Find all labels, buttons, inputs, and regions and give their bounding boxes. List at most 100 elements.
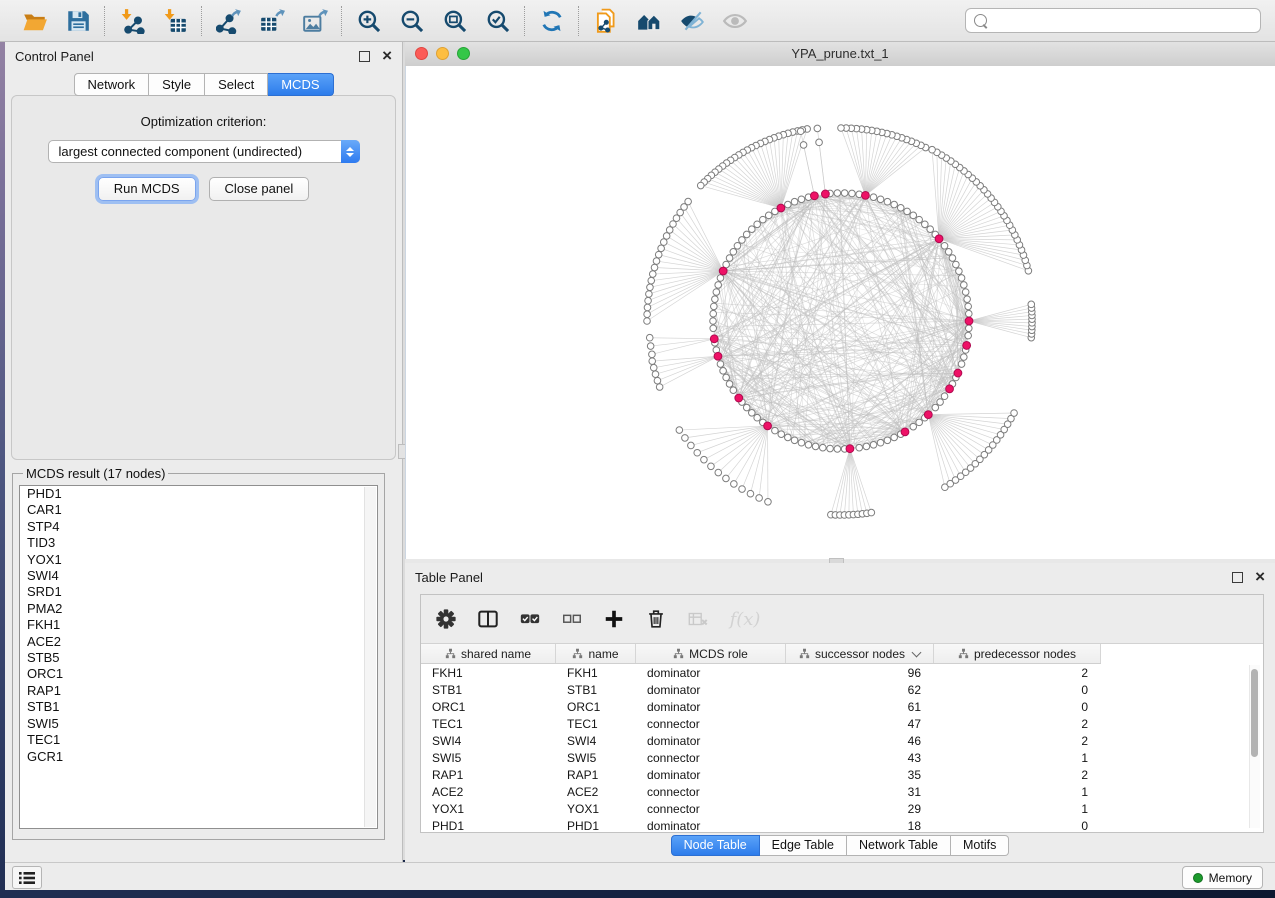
import-table-button[interactable] xyxy=(161,7,188,34)
close-panel-icon[interactable]: × xyxy=(382,51,392,61)
table-cell: YOX1 xyxy=(421,802,556,816)
search-icon xyxy=(974,14,987,27)
add-row-button[interactable] xyxy=(602,607,626,631)
table-row[interactable]: PHD1PHD1dominator180 xyxy=(421,817,1263,834)
mcds-result-item[interactable]: RAP1 xyxy=(20,683,377,699)
mcds-result-item[interactable]: ACE2 xyxy=(20,634,377,650)
table-row[interactable]: STB1STB1dominator620 xyxy=(421,681,1263,698)
table-row[interactable]: ACE2ACE2connector311 xyxy=(421,783,1263,800)
mcds-result-item[interactable]: GCR1 xyxy=(20,749,377,765)
table-row[interactable]: TEC1TEC1connector472 xyxy=(421,715,1263,732)
close-table-panel-icon[interactable]: × xyxy=(1255,572,1265,582)
zoom-selected-button[interactable] xyxy=(484,7,511,34)
apply-function-button[interactable]: f(x) xyxy=(728,607,762,631)
delete-row-button[interactable] xyxy=(644,607,668,631)
tab-select[interactable]: Select xyxy=(205,73,268,96)
column-header-MCDS-role[interactable]: MCDS role xyxy=(636,644,786,663)
tab-network[interactable]: Network xyxy=(73,73,149,96)
table-cell: dominator xyxy=(636,819,786,833)
network-graph[interactable] xyxy=(406,66,1275,559)
save-session-button[interactable] xyxy=(64,7,91,34)
column-header-name[interactable]: name xyxy=(556,644,636,663)
toolbar-group xyxy=(202,7,341,34)
table-cell: 2 xyxy=(934,768,1101,782)
mcds-result-item[interactable]: STP4 xyxy=(20,519,377,535)
select-all-button[interactable] xyxy=(518,607,542,631)
table-row[interactable]: SWI5SWI5connector431 xyxy=(421,749,1263,766)
table-cell: 1 xyxy=(934,785,1101,799)
mcds-result-item[interactable]: SWI4 xyxy=(20,568,377,584)
float-panel-icon[interactable] xyxy=(359,51,370,62)
mcds-result-item[interactable]: SRD1 xyxy=(20,584,377,600)
column-header-label: successor nodes xyxy=(815,647,905,661)
delete-row-icon xyxy=(645,608,667,630)
mcds-list-scrollbar[interactable] xyxy=(364,487,376,827)
show-all-button[interactable] xyxy=(721,7,748,34)
column-header-predecessor-nodes[interactable]: predecessor nodes xyxy=(934,644,1101,663)
mcds-result-item[interactable]: TEC1 xyxy=(20,732,377,748)
run-mcds-button[interactable]: Run MCDS xyxy=(98,177,196,201)
table-row[interactable]: FKH1FKH1dominator962 xyxy=(421,664,1263,681)
table-row[interactable]: RAP1RAP1dominator352 xyxy=(421,766,1263,783)
column-header-shared-name[interactable]: shared name xyxy=(421,644,556,663)
table-scrollbar[interactable] xyxy=(1249,665,1260,828)
float-table-panel-icon[interactable] xyxy=(1232,572,1243,583)
mcds-result-item[interactable]: STB1 xyxy=(20,699,377,715)
first-neighbors-button[interactable] xyxy=(635,7,662,34)
mcds-result-item[interactable]: PHD1 xyxy=(20,486,377,502)
tab-edge-table[interactable]: Edge Table xyxy=(760,835,847,856)
network-canvas[interactable] xyxy=(405,66,1275,559)
delete-table-button[interactable] xyxy=(686,607,710,631)
export-image-button[interactable] xyxy=(301,7,328,34)
show-columns-button[interactable] xyxy=(476,607,500,631)
mcds-result-item[interactable]: FKH1 xyxy=(20,617,377,633)
tab-network-table[interactable]: Network Table xyxy=(847,835,951,856)
open-file-button[interactable] xyxy=(21,7,48,34)
mcds-result-item[interactable]: SWI5 xyxy=(20,716,377,732)
zoom-out-button[interactable] xyxy=(398,7,425,34)
network-window-titlebar[interactable]: YPA_prune.txt_1 xyxy=(405,42,1275,67)
refresh-layout-button[interactable] xyxy=(538,7,565,34)
control-panel-header: Control Panel × xyxy=(5,42,402,70)
clone-network-button[interactable] xyxy=(592,7,619,34)
mcds-result-item[interactable]: CAR1 xyxy=(20,502,377,518)
control-panel: Control Panel × NetworkStyleSelectMCDS O… xyxy=(5,42,403,862)
table-cell: FKH1 xyxy=(421,666,556,680)
table-row[interactable]: SWI4SWI4dominator462 xyxy=(421,732,1263,749)
export-table-button[interactable] xyxy=(258,7,285,34)
panel-menu-button[interactable] xyxy=(12,866,42,889)
export-image-icon xyxy=(302,8,328,34)
close-panel-button[interactable]: Close panel xyxy=(209,177,310,201)
export-network-button[interactable] xyxy=(215,7,242,34)
import-network-button[interactable] xyxy=(118,7,145,34)
tab-mcds[interactable]: MCDS xyxy=(268,73,333,96)
table-scrollbar-thumb[interactable] xyxy=(1251,669,1258,757)
table-cell: ACE2 xyxy=(421,785,556,799)
tab-style[interactable]: Style xyxy=(149,73,205,96)
table-gear-icon xyxy=(435,608,457,630)
import-table-icon xyxy=(162,8,188,34)
search-box[interactable] xyxy=(965,8,1261,33)
memory-button[interactable]: Memory xyxy=(1182,866,1263,889)
hide-selected-button[interactable] xyxy=(678,7,705,34)
table-row[interactable]: YOX1YOX1connector291 xyxy=(421,800,1263,817)
zoom-in-button[interactable] xyxy=(355,7,382,34)
search-input[interactable] xyxy=(993,13,1252,29)
table-cell: 43 xyxy=(786,751,934,765)
zoom-fit-button[interactable] xyxy=(441,7,468,34)
table-cell: 35 xyxy=(786,768,934,782)
table-gear-button[interactable] xyxy=(434,607,458,631)
mcds-result-list[interactable]: PHD1CAR1STP4TID3YOX1SWI4SRD1PMA2FKH1ACE2… xyxy=(19,485,378,829)
mcds-result-item[interactable]: STB5 xyxy=(20,650,377,666)
mcds-result-item[interactable]: YOX1 xyxy=(20,552,377,568)
column-header-successor-nodes[interactable]: successor nodes xyxy=(786,644,934,663)
mcds-result-item[interactable]: PMA2 xyxy=(20,601,377,617)
tab-motifs[interactable]: Motifs xyxy=(951,835,1009,856)
mcds-result-item[interactable]: TID3 xyxy=(20,535,377,551)
table-panel-tabs: Node TableEdge TableNetwork TableMotifs xyxy=(405,835,1275,856)
mcds-result-item[interactable]: ORC1 xyxy=(20,666,377,682)
criterion-dropdown[interactable]: largest connected component (undirected) xyxy=(48,140,360,163)
deselect-all-button[interactable] xyxy=(560,607,584,631)
tab-node-table[interactable]: Node Table xyxy=(671,835,760,856)
table-row[interactable]: ORC1ORC1dominator610 xyxy=(421,698,1263,715)
